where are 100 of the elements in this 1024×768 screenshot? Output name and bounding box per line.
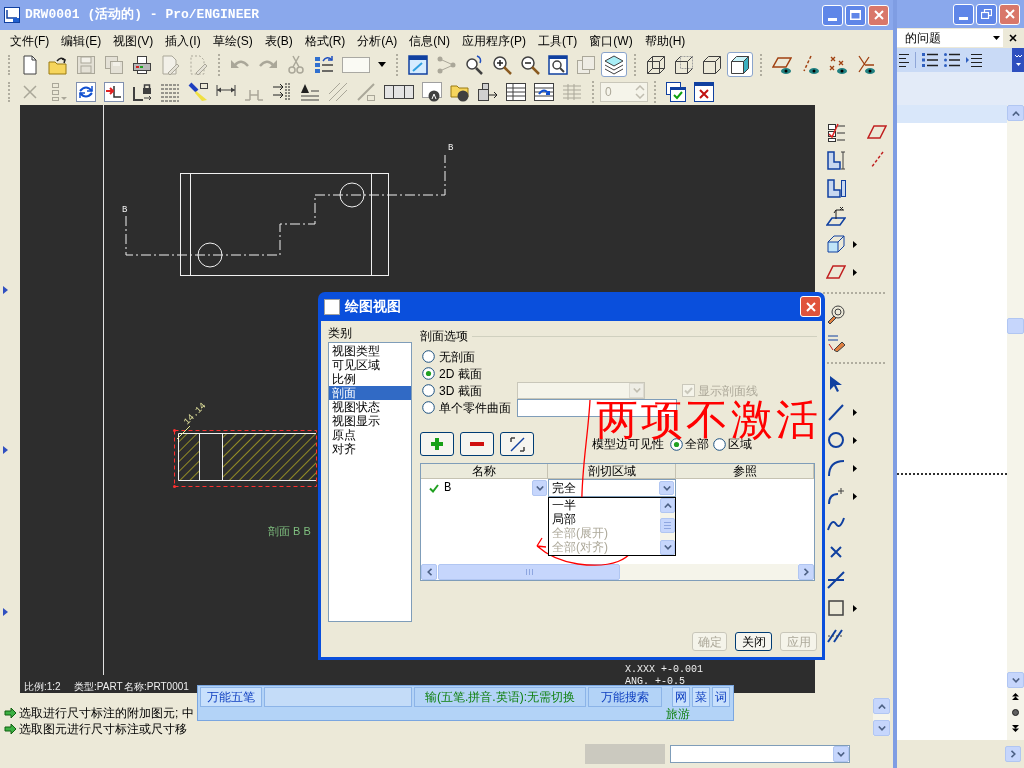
flashlight-icon[interactable] xyxy=(188,81,208,102)
circle-icon[interactable] xyxy=(826,430,846,450)
scroll-down-button[interactable] xyxy=(660,540,675,555)
dotted-box-icon[interactable] xyxy=(342,54,370,75)
caret-icon[interactable] xyxy=(378,62,386,67)
table-refresh-icon[interactable] xyxy=(534,81,554,102)
close-button[interactable] xyxy=(868,4,889,26)
category-item[interactable]: 视图显示 xyxy=(329,414,411,428)
flyout-arrow-icon[interactable] xyxy=(853,436,857,444)
magnifier-arrow-icon[interactable] xyxy=(464,54,484,75)
triangle-icon[interactable] xyxy=(3,608,8,616)
wireframe-cube-icon[interactable] xyxy=(646,54,666,75)
menu-item[interactable]: 窗口(W) xyxy=(589,33,633,48)
flyout-arrow-icon[interactable] xyxy=(853,492,857,500)
parallelogram-icon[interactable] xyxy=(826,262,846,282)
triangle-icon[interactable] xyxy=(3,286,8,294)
indent-icon[interactable] xyxy=(966,53,982,67)
cube-icon[interactable] xyxy=(826,234,846,254)
curve-plus-icon[interactable] xyxy=(826,486,846,506)
flyout-arrow-icon[interactable] xyxy=(853,604,857,612)
flyout-arrow-icon[interactable] xyxy=(853,240,857,248)
category-item[interactable]: 剖面 xyxy=(329,386,411,400)
arc-icon[interactable] xyxy=(826,458,846,478)
menu-item[interactable]: 信息(N) xyxy=(409,33,450,48)
hidden-line-cube-icon[interactable] xyxy=(674,54,694,75)
table-icon[interactable] xyxy=(506,81,526,102)
flyout-arrow-icon[interactable] xyxy=(853,464,857,472)
dropdown-button[interactable] xyxy=(532,480,547,496)
axis-eye-icon[interactable] xyxy=(800,54,820,75)
shape-lock-icon[interactable] xyxy=(132,81,152,102)
add-button[interactable] xyxy=(420,432,454,456)
menu-item[interactable]: 工具(T) xyxy=(538,33,578,48)
axes-eye-icon[interactable] xyxy=(856,54,876,75)
minimize-button[interactable] xyxy=(953,3,974,25)
menu-item[interactable]: 格式(R) xyxy=(304,33,346,48)
target-pencil-icon[interactable] xyxy=(826,304,846,324)
category-item[interactable]: 对齐 xyxy=(329,442,411,456)
plane-eye-icon[interactable] xyxy=(772,54,792,75)
radio-option[interactable]: 无剖面 xyxy=(422,349,475,364)
page-icon[interactable] xyxy=(20,54,40,75)
remove-button[interactable] xyxy=(460,432,494,456)
flip-button[interactable] xyxy=(500,432,534,456)
scroll-up-button[interactable] xyxy=(660,498,675,513)
align-icon[interactable] xyxy=(899,53,909,67)
ime-input-field[interactable] xyxy=(264,687,412,707)
scroll-thumb[interactable] xyxy=(1007,318,1024,334)
category-item[interactable]: 可见区域 xyxy=(329,358,411,372)
arrow-shape-icon[interactable] xyxy=(104,81,124,102)
zoom-in-icon[interactable] xyxy=(492,54,512,75)
scroll-down-button[interactable] xyxy=(873,720,890,736)
combo-field[interactable] xyxy=(670,745,850,763)
question-field[interactable]: 的问题 xyxy=(897,29,1003,47)
triangle-icon[interactable] xyxy=(3,446,8,454)
zoom-out-icon[interactable] xyxy=(520,54,540,75)
restore-button[interactable] xyxy=(976,3,997,25)
page-disc-icon[interactable] xyxy=(422,81,442,102)
numbered-list-icon[interactable] xyxy=(922,53,938,67)
menu-item[interactable]: 编辑(E) xyxy=(61,33,102,48)
window-icon[interactable] xyxy=(408,54,428,75)
radio-option[interactable]: 3D 截面 xyxy=(422,383,482,398)
list-option[interactable]: 一半 xyxy=(549,498,660,512)
window-check-icon[interactable] xyxy=(666,81,686,102)
radio-option[interactable]: 2D 截面 xyxy=(422,366,482,381)
ime-key-button[interactable]: 菜 xyxy=(692,687,710,707)
l-shape-bar-icon[interactable] xyxy=(826,178,846,198)
parallelogram-icon[interactable] xyxy=(867,122,887,142)
close-icon[interactable] xyxy=(1009,34,1017,42)
rectangle-icon[interactable] xyxy=(826,598,846,618)
bullet-list-icon[interactable] xyxy=(944,53,960,67)
close-button[interactable] xyxy=(800,296,821,317)
close-button[interactable]: 关闭 xyxy=(735,632,772,651)
scroll-up-button[interactable] xyxy=(873,698,890,714)
maximize-button[interactable] xyxy=(845,4,866,26)
dropdown-button[interactable] xyxy=(833,746,849,762)
scroll-right-button[interactable] xyxy=(1005,746,1021,762)
menu-item[interactable]: 应用程序(P) xyxy=(462,33,526,48)
menu-item[interactable]: 视图(V) xyxy=(113,33,154,48)
pencil-lines-icon[interactable] xyxy=(826,332,846,352)
flyout-arrow-icon[interactable] xyxy=(853,408,857,416)
scroll-up-button[interactable] xyxy=(1007,105,1024,121)
arrows-lines-icon[interactable] xyxy=(272,81,292,102)
ime-name-button[interactable]: 万能五笔 xyxy=(200,687,262,707)
dropdown-button[interactable] xyxy=(659,481,674,495)
plane-axes-icon[interactable] xyxy=(826,206,846,226)
scroll-left-button[interactable] xyxy=(421,564,437,580)
printer-icon[interactable] xyxy=(132,54,152,75)
list-arrows-icon[interactable] xyxy=(314,54,334,75)
scroll-down-button[interactable] xyxy=(1007,672,1024,688)
close-button[interactable] xyxy=(999,3,1020,25)
minimize-button[interactable] xyxy=(822,4,843,26)
menu-item[interactable]: 草绘(S) xyxy=(212,33,253,48)
menu-item[interactable]: 插入(I) xyxy=(165,33,201,48)
intersecting-lines-icon[interactable] xyxy=(826,570,846,590)
refresh-icon[interactable] xyxy=(76,81,96,102)
menu-item[interactable]: 分析(A) xyxy=(357,33,398,48)
ime-search-button[interactable]: 万能搜索 xyxy=(588,687,662,707)
scroll-thumb[interactable] xyxy=(438,564,620,580)
category-item[interactable]: 比例 xyxy=(329,372,411,386)
toolbar-options-button[interactable] xyxy=(1012,48,1024,72)
folder-icon[interactable] xyxy=(48,54,68,75)
